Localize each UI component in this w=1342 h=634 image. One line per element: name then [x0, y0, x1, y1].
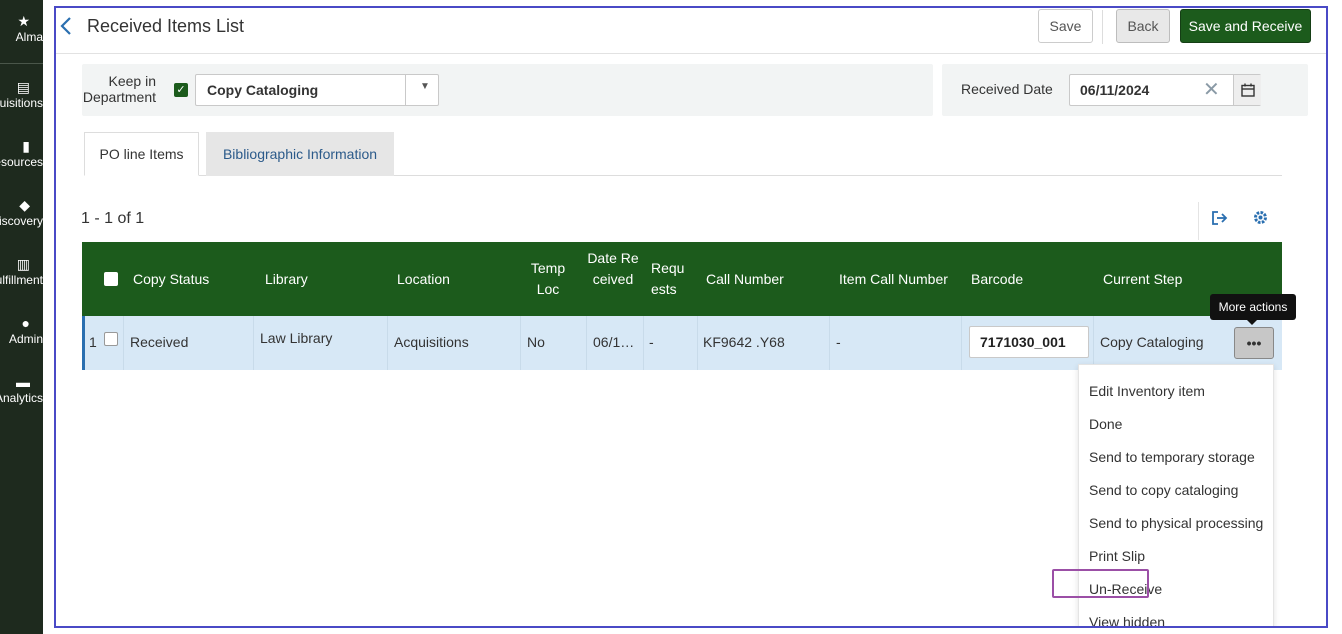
calendar-icon[interactable]: [1233, 75, 1261, 105]
cell-divider: [123, 316, 124, 370]
resources-icon: ▮: [22, 138, 30, 154]
star-icon: ★: [17, 13, 30, 29]
cell-divider: [253, 316, 254, 370]
cell-location: Acquisitions: [394, 334, 469, 350]
menu-item-print-slip[interactable]: Print Slip: [1089, 548, 1145, 564]
row-checkbox[interactable]: [104, 332, 118, 346]
header-location[interactable]: Location: [397, 269, 450, 290]
more-actions-tooltip: More actions: [1210, 294, 1296, 325]
un-receive-highlight: [1052, 569, 1149, 598]
cell-divider: [697, 316, 698, 370]
cell-item-call-number: -: [836, 334, 841, 350]
received-date-label: Received Date: [961, 81, 1053, 97]
menu-item-view-hidden[interactable]: View hidden: [1089, 614, 1165, 626]
cell-date-received: 06/1…: [593, 334, 635, 350]
cell-call-number: KF9642 .Y68: [703, 334, 785, 350]
table-header: Copy Status Library Location Temp Loc Da…: [82, 242, 1282, 316]
nav-item-label: Alma: [15, 30, 43, 44]
header-library[interactable]: Library: [265, 269, 308, 290]
cell-requests: -: [649, 334, 654, 350]
nav-item-label: Resources: [0, 155, 43, 169]
export-icon[interactable]: [1210, 209, 1228, 232]
nav-item-label: Acquisitions: [0, 96, 43, 110]
header-temp-loc[interactable]: Temp Loc: [528, 258, 568, 300]
menu-item-done[interactable]: Done: [1089, 416, 1122, 432]
page-header: Received Items List Save Back Save and R…: [56, 8, 1326, 54]
table-row[interactable]: 1 Received Law Library Acquisitions No 0…: [82, 316, 1282, 370]
header-requests[interactable]: Requests: [651, 258, 691, 300]
cell-copy-status: Received: [130, 334, 189, 350]
row-index: 1: [89, 334, 97, 350]
header-divider: [1102, 10, 1103, 44]
cell-divider: [520, 316, 521, 370]
nav-item-label: Analytics: [0, 391, 43, 405]
cell-divider: [829, 316, 830, 370]
cell-library: Law Library: [260, 330, 333, 346]
department-select-value: Copy Cataloging: [207, 82, 319, 98]
tab-bibliographic-information[interactable]: Bibliographic Information: [206, 132, 394, 176]
cell-divider: [1093, 316, 1094, 370]
menu-item-send-to-physical-processing[interactable]: Send to physical processing: [1089, 515, 1263, 531]
results-count: 1 - 1 of 1: [81, 210, 145, 227]
nav-item-discovery[interactable]: ◆ Discovery: [0, 198, 43, 228]
cell-divider: [586, 316, 587, 370]
menu-item-send-to-copy-cataloging[interactable]: Send to copy cataloging: [1089, 482, 1238, 498]
header-barcode[interactable]: Barcode: [971, 269, 1023, 290]
received-date-value: 06/11/2024: [1080, 82, 1150, 98]
nav-item-fulfillment[interactable]: ▥ Fulfillment: [0, 257, 43, 287]
analytics-icon: ▬: [16, 374, 30, 390]
left-navigation: ★ Alma ▤ Acquisitions ▮ Resources ◆ Disc…: [0, 0, 43, 634]
nav-divider: [0, 63, 43, 64]
discovery-icon: ◆: [19, 197, 30, 213]
toolbar-divider: [1198, 202, 1199, 240]
nav-item-label: Admin: [8, 332, 43, 346]
back-button[interactable]: Back: [1116, 9, 1170, 43]
admin-icon: ●: [21, 315, 30, 331]
cell-current-step: Copy Cataloging: [1100, 334, 1204, 350]
header-call-number[interactable]: Call Number: [706, 269, 784, 290]
nav-item-acquisitions[interactable]: ▤ Acquisitions: [0, 80, 43, 110]
keep-in-department-checkbox[interactable]: ✓: [174, 83, 188, 97]
header-current-step[interactable]: Current Step: [1103, 269, 1182, 290]
tab-po-line-items[interactable]: PO line Items: [84, 132, 199, 176]
header-item-call-number[interactable]: Item Call Number: [839, 269, 948, 290]
select-divider: [405, 75, 406, 105]
more-actions-button[interactable]: •••: [1234, 327, 1274, 359]
received-date-input[interactable]: 06/11/2024 ✕: [1069, 74, 1261, 106]
tab-bar: PO line Items Bibliographic Information: [84, 132, 1282, 176]
menu-item-edit-inventory[interactable]: Edit Inventory item: [1089, 383, 1205, 399]
nav-item-alma[interactable]: ★ Alma: [0, 14, 43, 44]
po-line-items-table: Copy Status Library Location Temp Loc Da…: [82, 242, 1282, 370]
page-title: Received Items List: [87, 16, 245, 36]
nav-item-analytics[interactable]: ▬ Analytics: [0, 375, 43, 405]
cell-divider: [643, 316, 644, 370]
nav-item-resources[interactable]: ▮ Resources: [0, 139, 43, 169]
back-chevron-icon[interactable]: [60, 16, 72, 42]
save-and-receive-button[interactable]: Save and Receive: [1180, 9, 1311, 43]
department-panel: Keep in Department ✓ Copy Cataloging ▼: [82, 64, 933, 116]
nav-item-label: Fulfillment: [0, 273, 43, 287]
header-date-received[interactable]: Date Received: [587, 248, 639, 290]
cell-temp-loc: No: [527, 334, 545, 350]
gear-icon[interactable]: [1252, 209, 1269, 231]
clear-icon[interactable]: ✕: [1203, 77, 1220, 102]
department-select[interactable]: Copy Cataloging ▼: [195, 74, 439, 106]
keep-in-department-label: Keep in Department: [82, 73, 156, 105]
menu-item-send-to-temporary-storage[interactable]: Send to temporary storage: [1089, 449, 1255, 465]
acquisitions-icon: ▤: [16, 79, 30, 95]
save-button[interactable]: Save: [1038, 9, 1093, 43]
nav-item-admin[interactable]: ● Admin: [0, 316, 43, 346]
header-copy-status[interactable]: Copy Status: [133, 269, 209, 290]
received-items-page: Received Items List Save Back Save and R…: [54, 6, 1328, 628]
caret-down-icon[interactable]: ▼: [420, 81, 430, 92]
barcode-input[interactable]: 7171030_001: [969, 326, 1089, 358]
nav-item-label: Discovery: [0, 214, 43, 228]
cell-divider: [961, 316, 962, 370]
fulfillment-icon: ▥: [16, 256, 30, 272]
select-all-checkbox[interactable]: [104, 272, 118, 286]
cell-divider: [387, 316, 388, 370]
received-date-panel: Received Date 06/11/2024 ✕: [942, 64, 1308, 116]
